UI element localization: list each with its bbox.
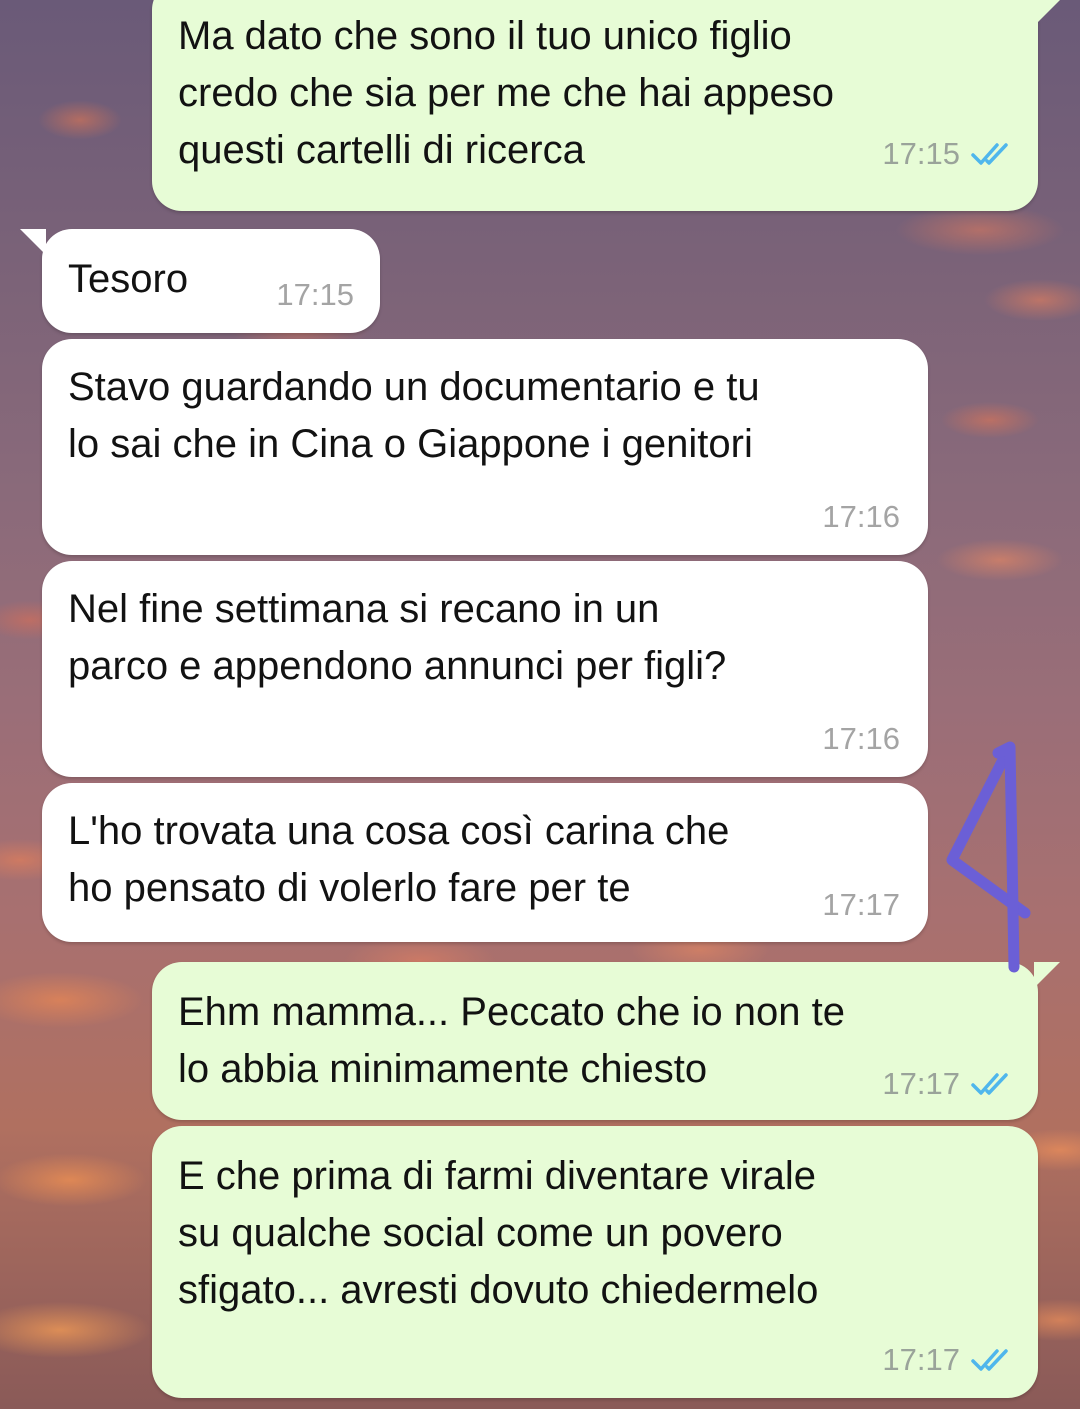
message-time: 17:17 — [822, 887, 900, 922]
message-bubble-incoming[interactable]: Stavo guardando un documentario e tu lo … — [42, 339, 928, 555]
message-bubble-outgoing[interactable]: Ehm mamma... Peccato che io non te lo ab… — [152, 962, 1060, 1120]
message-time: 17:16 — [822, 721, 900, 756]
message-time: 17:17 — [882, 1342, 960, 1377]
message-time: 17:17 — [882, 1066, 960, 1101]
message-text: Ehm mamma... Peccato che io non te lo ab… — [178, 990, 845, 1091]
message-meta: 17:16 — [822, 721, 900, 757]
message-text: Stavo guardando un documentario e tu lo … — [68, 365, 760, 466]
message-meta: 17:17 — [822, 887, 900, 923]
double-check-icon — [971, 143, 1008, 165]
message-time: 17:15 — [882, 136, 960, 171]
message-bubble-incoming[interactable]: L'ho trovata una cosa così carina che ho… — [42, 783, 928, 942]
message-text: Tesoro — [68, 257, 189, 301]
bubble-tail — [20, 229, 46, 255]
message-bubble-incoming[interactable]: Tesoro 17:15 — [20, 229, 380, 333]
message-bubble-outgoing[interactable]: Ma dato che sono il tuo unico figlio cre… — [152, 0, 1060, 211]
double-check-icon — [971, 1073, 1008, 1095]
message-meta: 17:17 — [882, 1342, 1014, 1378]
message-meta: 17:16 — [822, 499, 900, 535]
message-bubble-outgoing[interactable]: E che prima di farmi diventare virale su… — [152, 1126, 1038, 1398]
double-check-icon — [971, 1349, 1008, 1371]
message-text: L'ho trovata una cosa così carina che ho… — [68, 809, 730, 910]
bubble-tail — [1034, 962, 1060, 988]
message-text: Ma dato che sono il tuo unico figlio cre… — [178, 14, 834, 172]
message-meta: 17:17 — [882, 1066, 1014, 1102]
bubble-tail — [1034, 0, 1060, 26]
message-time: 17:16 — [822, 499, 900, 534]
message-meta: 17:15 — [882, 136, 1014, 172]
message-meta: 17:15 — [276, 277, 354, 313]
message-text: Nel fine settimana si recano in un parco… — [68, 587, 727, 688]
message-time: 17:15 — [276, 277, 354, 312]
message-bubble-incoming[interactable]: Nel fine settimana si recano in un parco… — [42, 561, 928, 777]
message-text: E che prima di farmi diventare virale su… — [178, 1154, 819, 1312]
